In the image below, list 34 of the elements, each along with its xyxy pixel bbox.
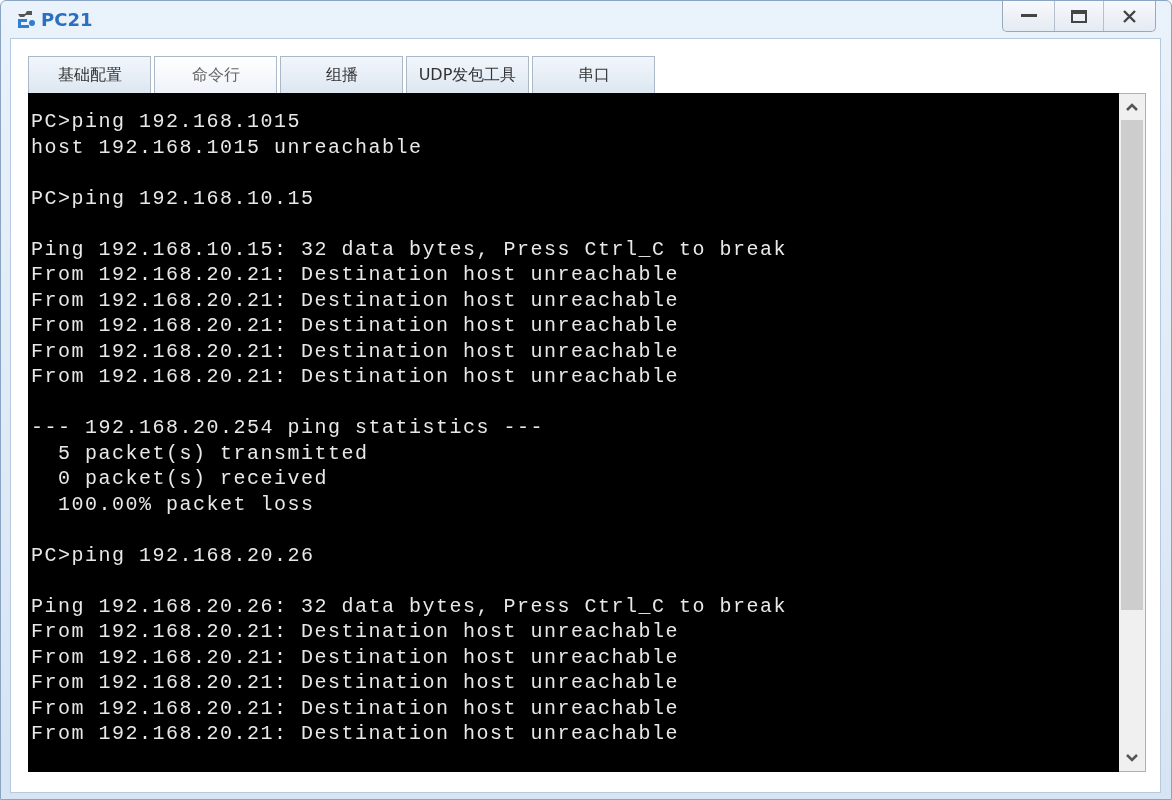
console-line: host 192.168.1015 unreachable bbox=[31, 134, 424, 160]
console-line: PC>ping 192.168.10.15 bbox=[31, 185, 316, 211]
tab[interactable]: 命令行 bbox=[154, 56, 277, 93]
close-icon bbox=[1123, 9, 1136, 23]
scrollbar[interactable] bbox=[1119, 93, 1146, 772]
console-line: Ping 192.168.10.15: 32 data bytes, Press Ctrl_C to break bbox=[31, 236, 789, 262]
minimize-icon bbox=[1020, 14, 1037, 18]
console-line: From 192.168.20.21: Destination host unreachable bbox=[31, 695, 681, 721]
tab[interactable]: 串口 bbox=[532, 56, 655, 93]
console-line: 5 packet(s) transmitted bbox=[57, 440, 370, 466]
console-line: From 192.168.20.21: Destination host unreachable bbox=[31, 313, 681, 339]
scrollbar-thumb[interactable] bbox=[1121, 120, 1143, 610]
console-line: From 192.168.20.21: Destination host unreachable bbox=[31, 619, 681, 645]
scroll-down-icon[interactable] bbox=[1125, 753, 1139, 763]
tab[interactable]: 基础配置 bbox=[28, 56, 151, 93]
console-line: Ping 192.168.20.26: 32 data bytes, Press Ctrl_C to break bbox=[31, 593, 789, 619]
tab[interactable]: 组播 bbox=[280, 56, 403, 93]
console-line: PC>ping 192.168.1015 bbox=[31, 109, 303, 135]
console-line: From 192.168.20.21: Destination host unreachable bbox=[31, 262, 681, 288]
console-line: From 192.168.20.21: Destination host unreachable bbox=[31, 721, 681, 747]
console-line: 0 packet(s) received bbox=[57, 466, 330, 492]
scroll-up-icon[interactable] bbox=[1125, 102, 1139, 112]
console-line: --- 192.168.20.254 ping statistics --- bbox=[31, 415, 546, 441]
app-logo-icon bbox=[15, 8, 37, 31]
console-line: From 192.168.20.21: Destination host unreachable bbox=[31, 338, 681, 364]
maximize-icon bbox=[1071, 9, 1087, 23]
window-title: PC21 bbox=[41, 9, 93, 30]
console-line: 100.00% packet loss bbox=[57, 491, 316, 517]
tab[interactable]: UDP发包工具 bbox=[406, 56, 529, 93]
console-line: From 192.168.20.21: Destination host unreachable bbox=[31, 644, 681, 670]
console-line: From 192.168.20.21: Destination host unreachable bbox=[31, 670, 681, 696]
console-line: PC>ping 192.168.20.26 bbox=[31, 542, 316, 568]
console-line: From 192.168.20.21: Destination host unreachable bbox=[31, 287, 681, 313]
console-line: From 192.168.20.21: Destination host unreachable bbox=[31, 364, 681, 390]
